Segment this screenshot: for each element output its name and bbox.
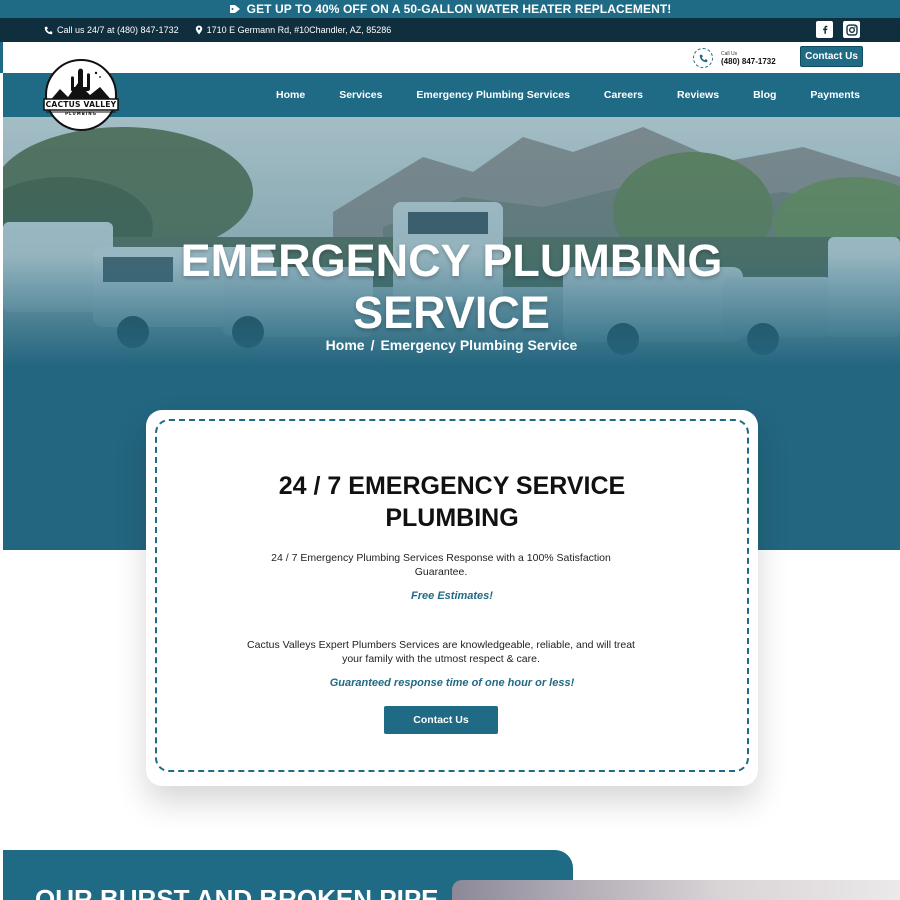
header-contact-button[interactable]: Contact Us [800, 46, 863, 67]
nav-item-blog[interactable]: Blog [753, 89, 776, 101]
card-title: 24 / 7 EMERGENCY SERVICE PLUMBING [146, 470, 758, 534]
phone-icon [44, 26, 53, 34]
burst-pipe-section-image [452, 880, 900, 900]
breadcrumb-separator: / [370, 337, 375, 353]
nav-item-payments[interactable]: Payments [810, 89, 860, 101]
breadcrumb-current: Emergency Plumbing Service [380, 337, 578, 353]
card-highlight-estimates: Free Estimates! [411, 590, 493, 602]
logo-name: CACTUS VALLEY [45, 100, 117, 109]
card-title-line-2: PLUMBING [385, 504, 519, 532]
main-nav: Home Services Emergency Plumbing Service… [242, 73, 860, 117]
facebook-icon[interactable] [816, 21, 833, 38]
breadcrumb-home-link[interactable]: Home [326, 337, 365, 353]
logo-subtitle: PLUMBING [65, 111, 97, 116]
topbar-address[interactable]: 1710 E Germann Rd, #10Chandler, AZ, 8528… [195, 25, 392, 35]
nav-item-careers[interactable]: Careers [604, 89, 643, 101]
nav-item-reviews[interactable]: Reviews [677, 89, 719, 101]
card-paragraph-response: 24 / 7 Emergency Plumbing Services Respo… [271, 552, 611, 578]
topbar-phone-text: Call us 24/7 at (480) 847-1732 [57, 25, 179, 35]
call-us-block[interactable]: Call Us (480) 847-1732 [693, 48, 776, 68]
location-pin-icon [195, 25, 202, 35]
promo-text: GET UP TO 40% OFF ON A 50-GALLON WATER H… [246, 2, 672, 16]
nav-item-emergency-plumbing[interactable]: Emergency Plumbing Services [416, 89, 569, 101]
main-nav-bar: Home Services Emergency Plumbing Service… [3, 73, 900, 117]
phone-ring-icon [693, 48, 713, 68]
card-paragraph-plumbers: Cactus Valleys Expert Plumbers Services … [247, 639, 635, 665]
top-info-bar: Call us 24/7 at (480) 847-1732 1710 E Ge… [0, 18, 900, 42]
card-title-line-1: 24 / 7 EMERGENCY SERVICE [278, 472, 626, 500]
breadcrumb: Home / Emergency Plumbing Service [3, 337, 900, 353]
page-title: EMERGENCY PLUMBING SERVICE [3, 235, 900, 339]
call-us-text: Call Us (480) 847-1732 [721, 51, 776, 66]
topbar-phone[interactable]: Call us 24/7 at (480) 847-1732 [44, 25, 179, 35]
page-title-line-2: SERVICE [353, 287, 550, 338]
burst-pipe-section-title: OUR BURST AND BROKEN PIPE [35, 884, 439, 900]
card-contact-button[interactable]: Contact Us [384, 706, 498, 734]
nav-item-home[interactable]: Home [276, 89, 305, 101]
page-title-line-1: EMERGENCY PLUMBING [180, 235, 723, 286]
social-links [816, 21, 860, 38]
emergency-service-card: 24 / 7 EMERGENCY SERVICE PLUMBING 24 / 7… [146, 410, 758, 786]
tag-icon [229, 5, 240, 13]
call-us-number: (480) 847-1732 [721, 56, 776, 66]
instagram-icon[interactable] [843, 21, 860, 38]
company-logo[interactable]: CACTUS VALLEY PLUMBING [42, 59, 120, 131]
promo-banner[interactable]: GET UP TO 40% OFF ON A 50-GALLON WATER H… [0, 0, 900, 18]
utility-row: Call Us (480) 847-1732 Contact Us [0, 42, 900, 73]
page: GET UP TO 40% OFF ON A 50-GALLON WATER H… [0, 0, 900, 900]
topbar-address-text: 1710 E Germann Rd, #10Chandler, AZ, 8528… [206, 25, 392, 35]
nav-item-services[interactable]: Services [339, 89, 382, 101]
card-highlight-response-time: Guaranteed response time of one hour or … [329, 677, 575, 689]
